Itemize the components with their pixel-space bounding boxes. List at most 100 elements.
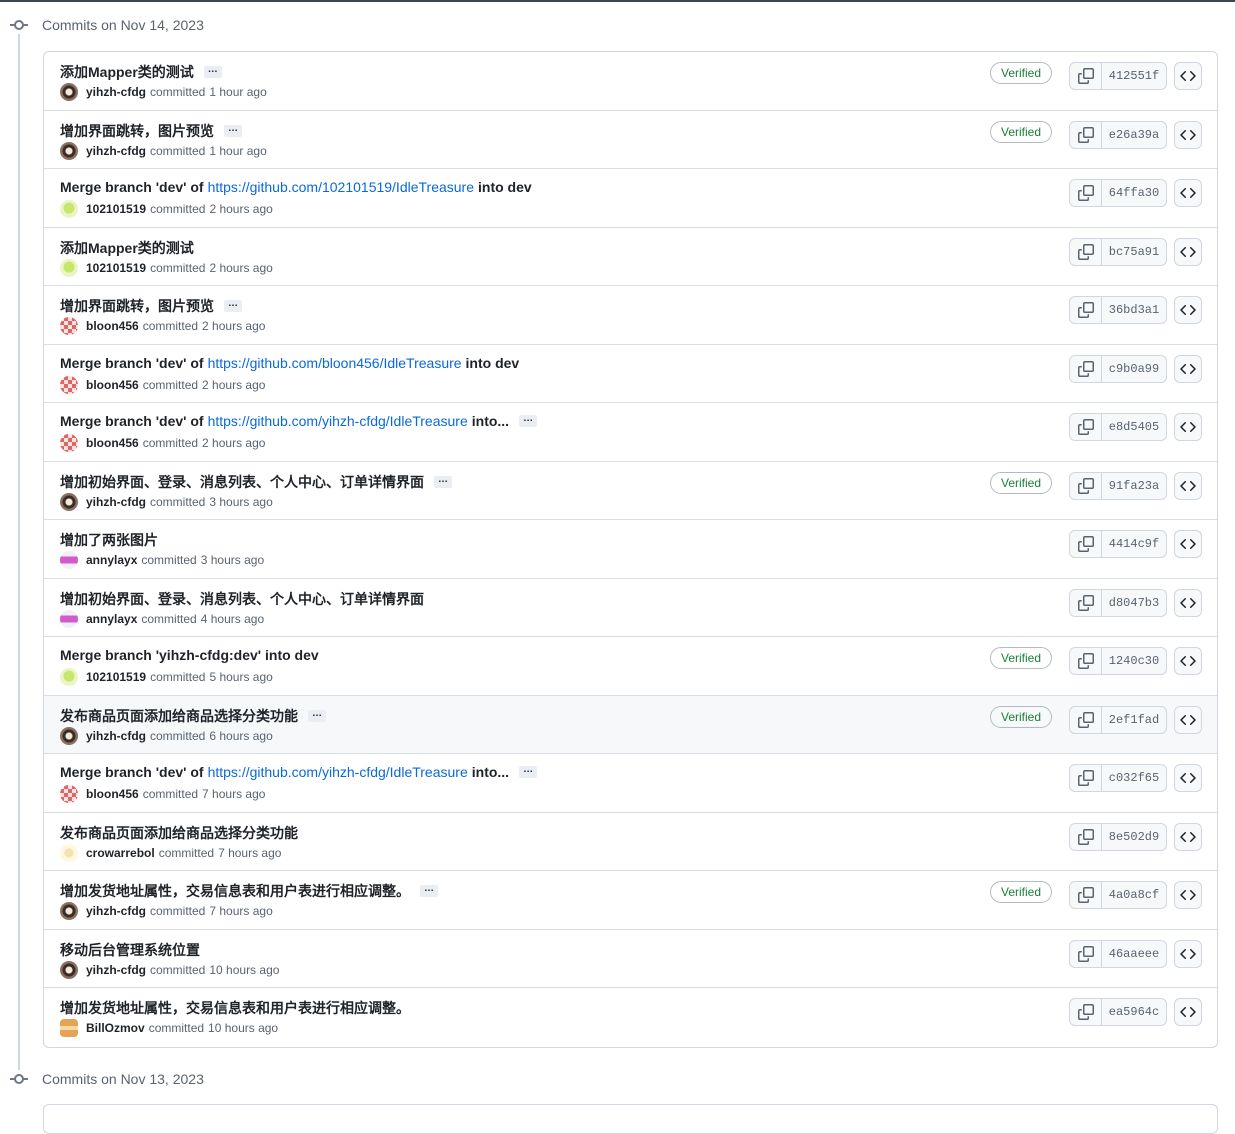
commit-sha-link[interactable]: 412551f [1102, 63, 1166, 89]
commit-message-link[interactable]: Merge branch 'dev' of [60, 413, 204, 429]
avatar[interactable] [60, 960, 78, 979]
avatar[interactable] [60, 434, 78, 452]
copy-icon[interactable] [1070, 121, 1102, 148]
copy-icon[interactable] [1070, 63, 1102, 89]
browse-code-icon[interactable] [1174, 647, 1202, 675]
commit-sha-link[interactable]: c032f65 [1102, 765, 1166, 791]
author-link[interactable]: annylayx [86, 612, 137, 626]
avatar[interactable] [60, 902, 78, 920]
copy-icon[interactable] [1070, 180, 1102, 206]
author-link[interactable]: annylayx [86, 553, 137, 567]
commit-sha-link[interactable]: 91fa23a [1102, 473, 1166, 499]
author-link[interactable]: 102101519 [86, 202, 146, 216]
avatar[interactable] [60, 843, 78, 862]
commit-message-link[interactable]: 增加界面跳转，图片预览 [60, 296, 214, 316]
commit-sha-link[interactable]: c9b0a99 [1102, 356, 1166, 382]
commit-message-link[interactable]: Merge branch 'yihzh-cfdg:dev' into dev [60, 647, 319, 663]
browse-code-icon[interactable] [1174, 822, 1202, 851]
copy-icon[interactable] [1070, 531, 1102, 557]
commit-message-link[interactable]: Merge branch 'dev' of [60, 355, 204, 371]
copy-icon[interactable] [1070, 940, 1102, 967]
author-link[interactable]: crowarrebol [86, 846, 155, 860]
browse-code-icon[interactable] [1174, 588, 1202, 617]
commit-sha-link[interactable]: bc75a91 [1102, 239, 1166, 265]
commit-sha-link[interactable]: 4414c9f [1102, 531, 1166, 557]
browse-code-icon[interactable] [1174, 530, 1202, 558]
author-link[interactable]: yihzh-cfdg [86, 904, 146, 918]
author-link[interactable]: BillOzmov [86, 1021, 145, 1035]
copy-icon[interactable] [1070, 882, 1102, 908]
commit-message-link[interactable]: 移动后台管理系统位置 [60, 940, 200, 960]
avatar[interactable] [60, 1019, 78, 1037]
author-link[interactable]: yihzh-cfdg [86, 495, 146, 509]
commit-message-link[interactable]: 增加界面跳转，图片预览 [60, 121, 214, 141]
commit-sha-link[interactable]: 2ef1fad [1102, 707, 1166, 733]
verified-badge[interactable]: Verified [990, 62, 1053, 84]
commit-message-link[interactable]: 增加发货地址属性，交易信息表和用户表进行相应调整。 [60, 998, 410, 1018]
commit-message-link[interactable]: Merge branch 'dev' of [60, 179, 204, 195]
avatar[interactable] [60, 785, 78, 803]
copy-icon[interactable] [1070, 355, 1102, 382]
expand-message-button[interactable]: … [224, 123, 242, 137]
repo-url-link[interactable]: https://github.com/102101519/IdleTreasur… [208, 179, 474, 195]
copy-icon[interactable] [1070, 472, 1102, 499]
commit-sha-link[interactable]: 8e502d9 [1102, 824, 1166, 850]
author-link[interactable]: bloon456 [86, 319, 139, 333]
expand-message-button[interactable]: … [519, 765, 538, 778]
expand-message-button[interactable]: … [308, 708, 326, 722]
copy-icon[interactable] [1070, 706, 1102, 733]
repo-url-link[interactable]: https://github.com/yihzh-cfdg/IdleTreasu… [208, 413, 468, 429]
copy-icon[interactable] [1070, 823, 1102, 850]
expand-message-button[interactable]: … [420, 884, 438, 897]
verified-badge[interactable]: Verified [990, 705, 1053, 728]
author-link[interactable]: yihzh-cfdg [86, 144, 146, 158]
avatar[interactable] [60, 375, 78, 394]
commit-message-link[interactable]: 添加Mapper类的测试 [60, 62, 194, 82]
verified-badge[interactable]: Verified [990, 647, 1053, 669]
repo-url-link[interactable]: https://github.com/bloon456/IdleTreasure [208, 355, 462, 371]
avatar[interactable] [60, 317, 78, 335]
copy-icon[interactable] [1070, 999, 1102, 1025]
avatar[interactable] [60, 609, 78, 628]
avatar[interactable] [60, 200, 78, 218]
commit-message-link[interactable]: 增加了两张图片 [60, 530, 158, 550]
copy-icon[interactable] [1070, 238, 1102, 265]
browse-code-icon[interactable] [1174, 62, 1202, 90]
browse-code-icon[interactable] [1174, 413, 1202, 441]
avatar[interactable] [60, 726, 78, 745]
browse-code-icon[interactable] [1174, 881, 1202, 909]
commit-message-link[interactable]: 发布商品页面添加给商品选择分类功能 [60, 823, 298, 843]
copy-icon[interactable] [1070, 414, 1102, 440]
avatar[interactable] [60, 492, 78, 511]
browse-code-icon[interactable] [1174, 354, 1202, 383]
browse-code-icon[interactable] [1174, 705, 1202, 734]
expand-message-button[interactable]: … [434, 474, 452, 488]
copy-icon[interactable] [1070, 765, 1102, 791]
commit-sha-link[interactable]: 4a0a8cf [1102, 882, 1166, 908]
copy-icon[interactable] [1070, 297, 1102, 323]
commit-message-link[interactable]: 发布商品页面添加给商品选择分类功能 [60, 706, 298, 726]
copy-icon[interactable] [1070, 648, 1102, 674]
avatar[interactable] [60, 83, 78, 101]
copy-icon[interactable] [1070, 589, 1102, 616]
verified-badge[interactable]: Verified [990, 471, 1053, 494]
browse-code-icon[interactable] [1174, 120, 1202, 149]
commit-message-link[interactable]: into... [472, 413, 509, 429]
browse-code-icon[interactable] [1174, 179, 1202, 207]
author-link[interactable]: yihzh-cfdg [86, 963, 146, 977]
commit-message-link[interactable]: 增加初始界面、登录、消息列表、个人中心、订单详情界面 [60, 589, 424, 609]
expand-message-button[interactable]: … [519, 414, 538, 427]
avatar[interactable] [60, 258, 78, 277]
commit-sha-link[interactable]: ea5964c [1102, 999, 1166, 1025]
browse-code-icon[interactable] [1174, 764, 1202, 792]
commit-sha-link[interactable]: 36bd3a1 [1102, 297, 1166, 323]
author-link[interactable]: bloon456 [86, 436, 139, 450]
verified-badge[interactable]: Verified [990, 881, 1053, 903]
avatar[interactable] [60, 551, 78, 569]
verified-badge[interactable]: Verified [990, 120, 1053, 143]
author-link[interactable]: yihzh-cfdg [86, 85, 146, 99]
commit-message-link[interactable]: 增加初始界面、登录、消息列表、个人中心、订单详情界面 [60, 472, 424, 492]
commit-sha-link[interactable]: 64ffa30 [1102, 180, 1166, 206]
commit-sha-link[interactable]: e8d5405 [1102, 414, 1166, 440]
commit-sha-link[interactable]: 46aaeee [1102, 941, 1166, 967]
